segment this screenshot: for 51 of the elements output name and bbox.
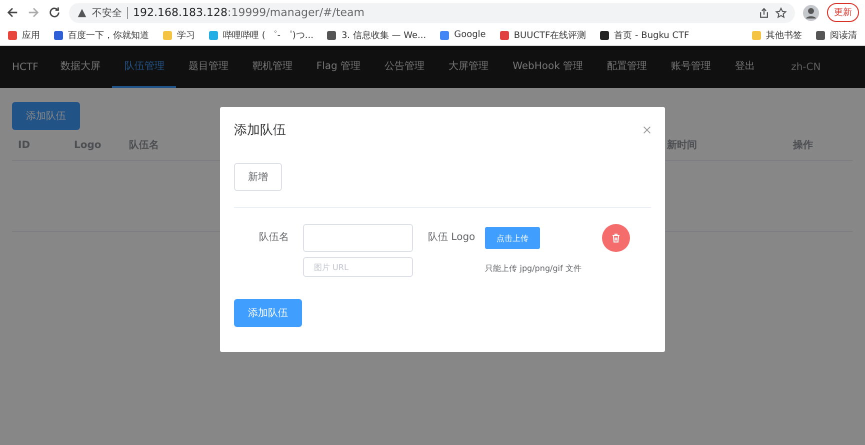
update-button[interactable]: 更新 [827,3,859,22]
share-icon[interactable] [758,6,770,18]
brand-label: HCTF [12,60,38,74]
submit-button[interactable]: 添加队伍 [234,299,302,327]
column-header: 队伍名 [129,138,160,152]
team-logo-label: 队伍 Logo [427,231,476,245]
image-url-field[interactable]: 图片 URL [303,257,413,277]
column-header: Logo [74,140,102,150]
bookmark-item[interactable]: 其他书签 [752,28,802,42]
new-button[interactable]: 新增 [234,163,282,191]
bookmark-item[interactable]: BUUCTF在线评测 [500,28,586,42]
dialog-title: 添加队伍 [234,122,286,139]
nav-tab[interactable]: 登出 [723,46,768,88]
bookmark-item[interactable]: 哔哩哔哩 ( ゜- ゜)つ... [209,28,314,42]
team-name-label: 队伍名 [258,231,290,245]
nav-tab[interactable]: 题目管理 [176,46,240,88]
bookmark-item[interactable]: 首页 - Bugku CTF [600,28,690,42]
add-team-button[interactable]: 添加队伍 [12,102,80,130]
nav-tab[interactable]: 队伍管理 [112,46,176,88]
bookmark-item[interactable]: 阅读清 [816,28,857,42]
nav-tab[interactable]: 配置管理 [595,46,660,88]
warning-icon [77,8,87,18]
nav-tab[interactable]: 账号管理 [659,46,724,88]
locale-label[interactable]: zh-CN [781,46,831,88]
nav-tab[interactable]: 数据大屏 [48,46,112,88]
delete-button[interactable] [602,224,630,252]
column-header: 操作 [793,138,813,152]
back-icon[interactable] [6,6,19,19]
star-icon[interactable] [775,6,787,18]
column-header: 新时间 [667,138,698,152]
bookmark-item[interactable]: 应用 [8,28,40,42]
address-bar[interactable]: 不安全 192.168.183.128:19999/manager/#/team [69,2,795,22]
close-icon[interactable] [643,126,651,134]
reload-icon[interactable] [48,6,61,19]
bookmark-item[interactable]: Google [440,30,486,40]
security-label: 不安全 [92,6,122,20]
nav-tab[interactable]: 公告管理 [372,46,437,88]
bookmark-item[interactable]: 学习 [163,28,195,42]
nav-tab[interactable]: 靶机管理 [240,46,304,88]
bookmark-item[interactable]: 3. 信息收集 — We... [327,28,426,42]
bookmark-item[interactable]: 百度一下，你就知道 [54,28,149,42]
nav-tab[interactable]: 大屏管理 [436,46,501,88]
profile-avatar-icon[interactable] [803,4,819,20]
nav-tab[interactable]: Flag 管理 [304,46,373,88]
upload-button[interactable]: 点击上传 [485,227,540,249]
upload-hint: 只能上传 jpg/png/gif 文件 [485,263,582,274]
url-text: 192.168.183.128:19999/manager/#/team [133,6,364,19]
nav-tab[interactable]: WebHook 管理 [500,46,596,88]
team-name-field[interactable] [303,224,413,252]
trash-icon [611,233,622,243]
column-header: ID [17,140,32,150]
